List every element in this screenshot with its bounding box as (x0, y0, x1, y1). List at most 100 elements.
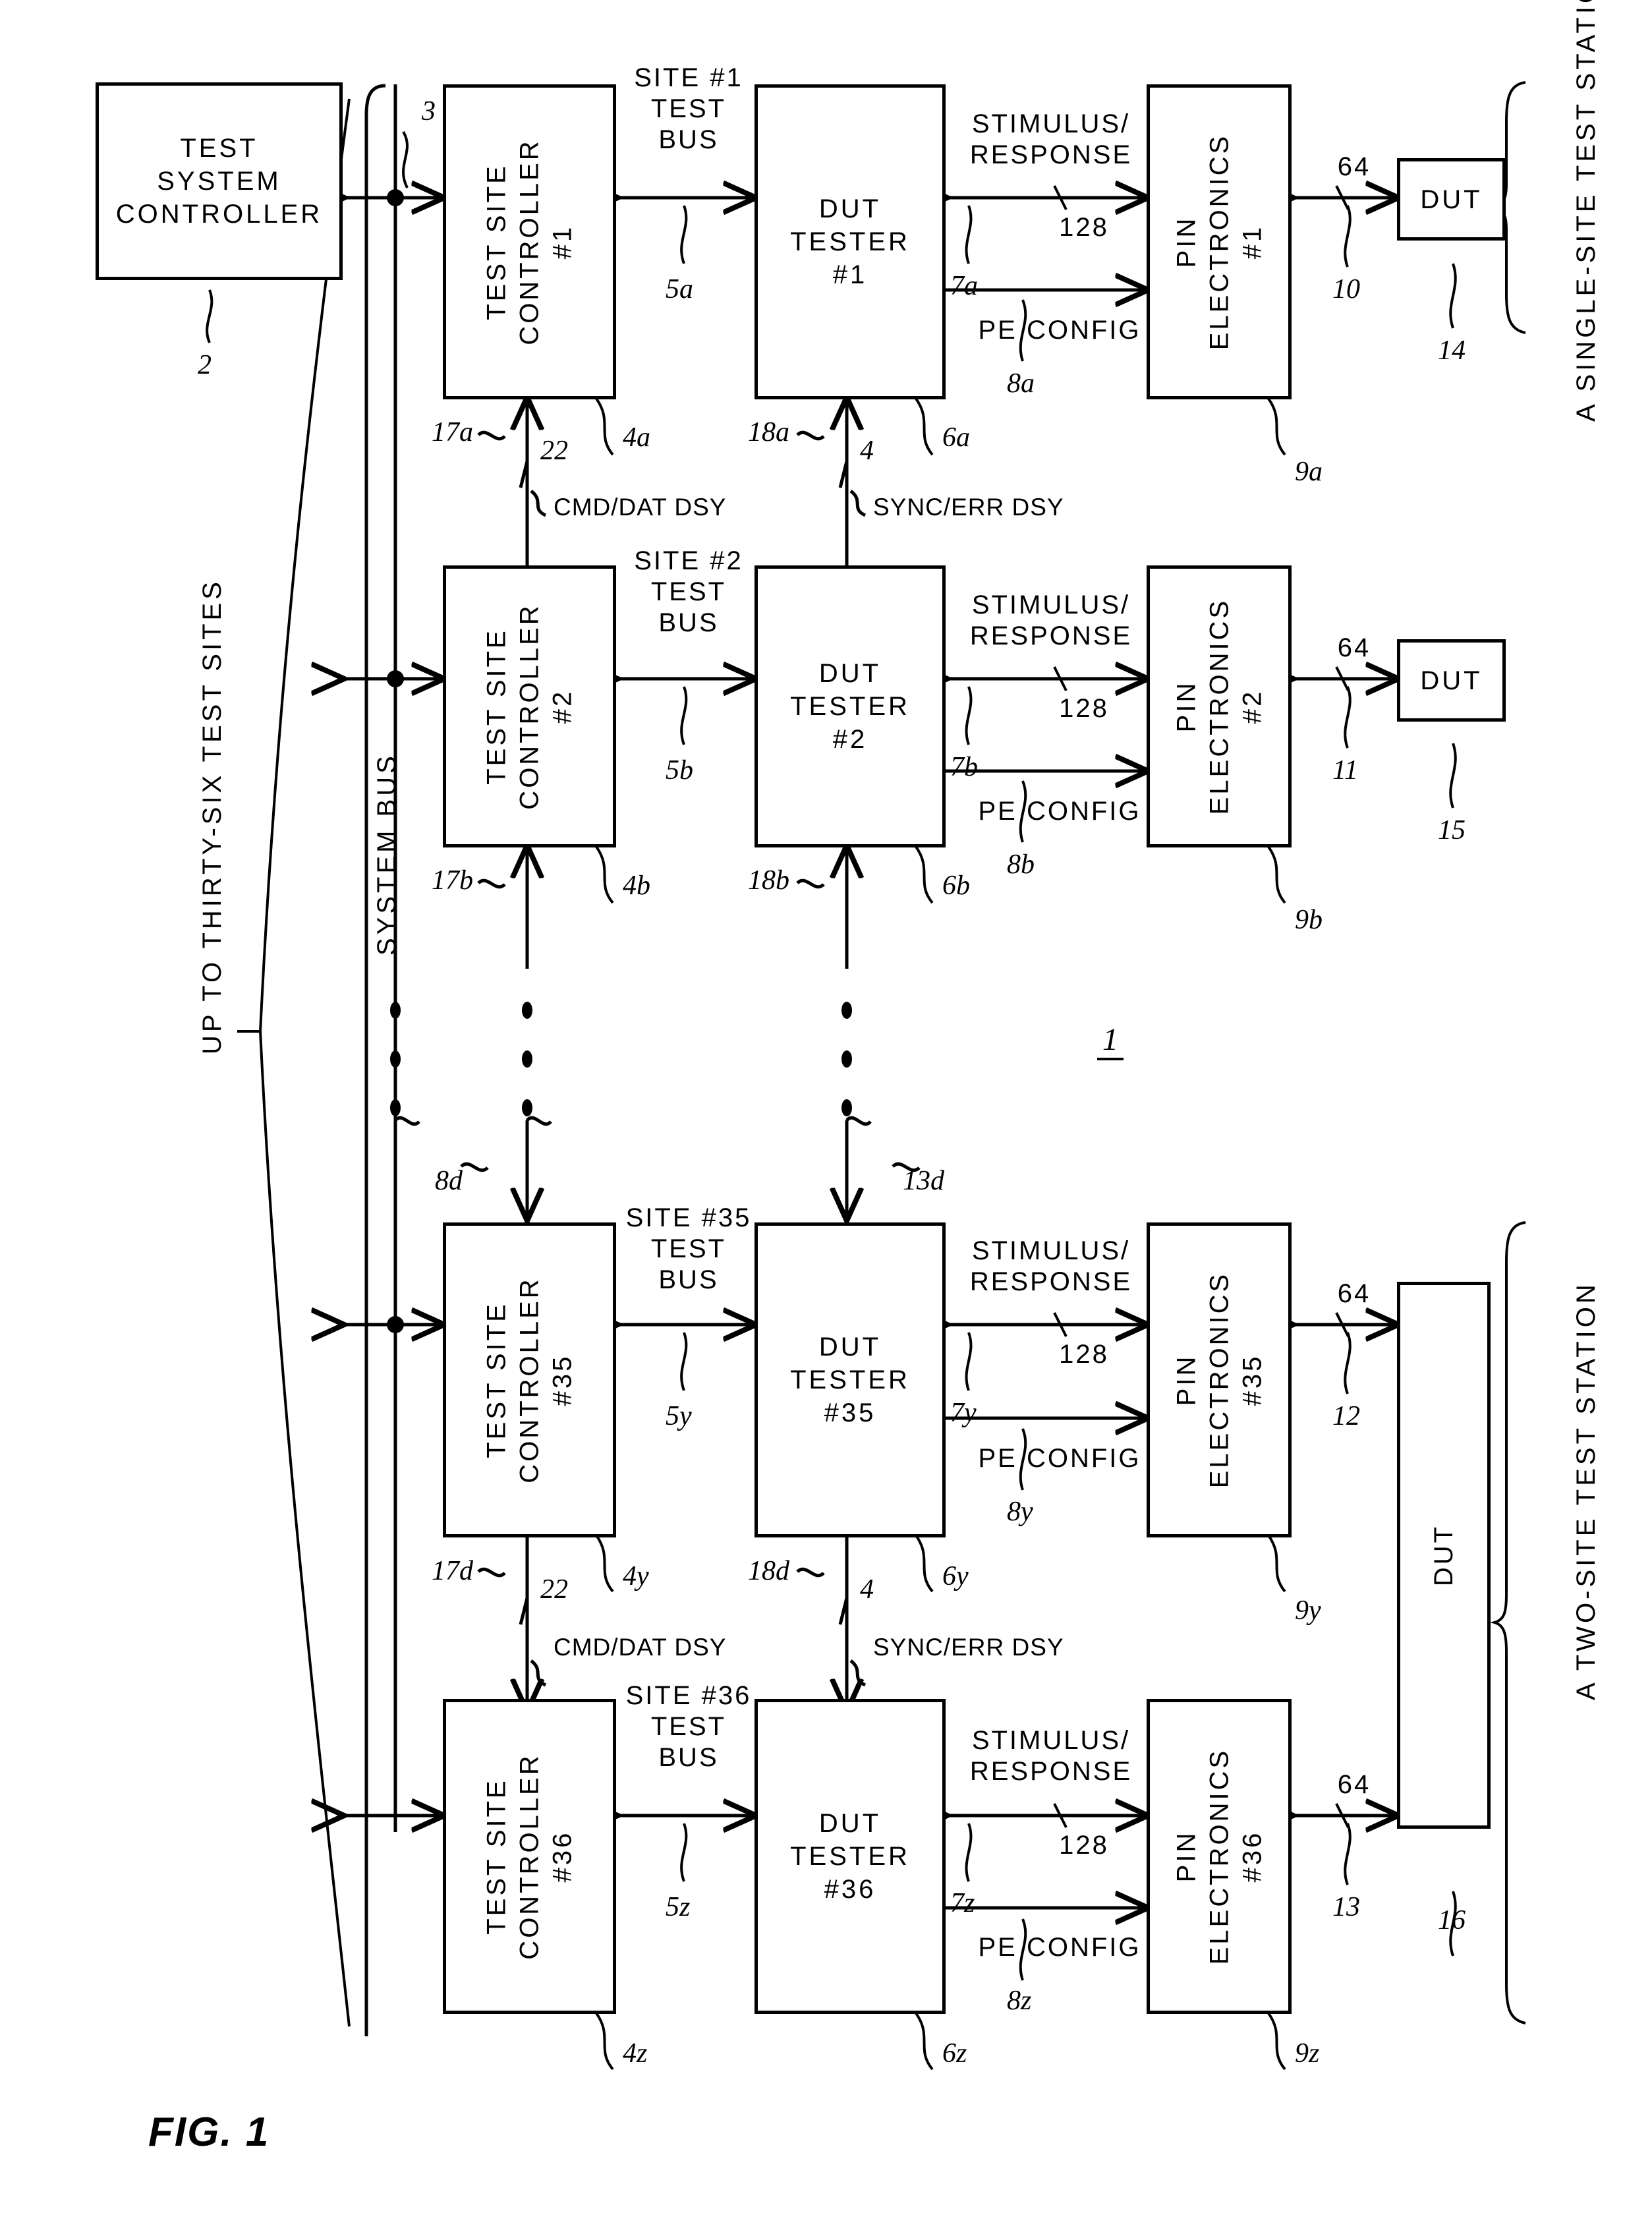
dut-2-block[interactable]: DUT (1397, 639, 1506, 722)
ref-stimulus-36: 7z (950, 1888, 975, 1918)
site-bus-35-label: SITE #35 TEST BUS (625, 1203, 752, 1295)
ref-stimulus-2: 7b (950, 752, 978, 782)
pin-electronics-36-label: PIN ELECTRONICS #36 (1172, 1748, 1267, 1965)
dut-1-label: DUT (1420, 185, 1483, 214)
ellipsis-system-bus (390, 1002, 401, 1148)
dut-two-site-block[interactable]: DUT (1397, 1282, 1491, 1829)
pe-config-35-label: PE CONFIG (978, 1444, 1141, 1473)
dut-tester-36-block[interactable]: DUT TESTER #36 (755, 1699, 946, 2014)
two-site-test-station-label: A TWO-SITE TEST STATION (1572, 1281, 1601, 1700)
stimulus-response-36-label: STIMULUS/ RESPONSE (969, 1726, 1133, 1787)
single-site-test-station-label: A SINGLE-SITE TEST STATION (1572, 0, 1601, 422)
ref-dut-link-36: 13 (1332, 1892, 1360, 1922)
ref-dut-2: 15 (1438, 815, 1466, 846)
stimulus-response-35-label: STIMULUS/ RESPONSE (969, 1236, 1133, 1297)
figure-caption: FIG. 1 (148, 2109, 270, 2155)
ref-sync-dsy-35: 4 (860, 1574, 874, 1605)
up-to-thirty-six-note: UP TO THIRTY-SIX TEST SITES (198, 579, 227, 1054)
ref-site-bus-2: 5b (666, 755, 693, 786)
system-bus-label: SYSTEM BUS (372, 753, 401, 956)
pin-electronics-2-block[interactable]: PIN ELECTRONICS #2 (1147, 565, 1292, 847)
ref-dut-two-site: 16 (1438, 1905, 1466, 1935)
stimulus-width-2: 128 (1059, 694, 1109, 723)
pin-electronics-36-block[interactable]: PIN ELECTRONICS #36 (1147, 1699, 1292, 2014)
ref-cmd-in-1: 17a (432, 417, 473, 447)
dut-link-width-2: 64 (1337, 633, 1371, 662)
figure-number-ref: 1 (1097, 1021, 1124, 1060)
dut-1-block[interactable]: DUT (1397, 158, 1506, 241)
ref-stimulus-35: 7y (950, 1398, 977, 1428)
cmd-dat-dsy-35-label: CMD/DAT DSY (554, 1634, 727, 1661)
stimulus-response-1-label: STIMULUS/ RESPONSE (969, 109, 1133, 170)
ref-cmd-in-2: 17b (432, 865, 473, 896)
ref-cmd-dsy-1: 22 (540, 436, 568, 466)
ref-site-bus-36: 5z (666, 1892, 691, 1922)
test-system-controller-block[interactable]: TEST SYSTEM CONTROLLER (96, 82, 343, 280)
test-site-controller-35-label: TEST SITE CONTROLLER #35 (482, 1276, 577, 1483)
site-bus-36-label: SITE #36 TEST BUS (625, 1681, 752, 1773)
ref-site-controller-1: 4a (623, 422, 650, 453)
test-site-controller-2-block[interactable]: TEST SITE CONTROLLER #2 (443, 565, 616, 847)
ref-site-bus-35: 5y (666, 1401, 692, 1431)
ref-dut-link-1: 10 (1332, 274, 1360, 304)
ref-site-bus-1: 5a (666, 274, 693, 304)
ref-pin-electronics-1: 9a (1295, 457, 1323, 487)
site-bus-2-label: SITE #2 TEST BUS (634, 546, 743, 638)
ref-dut-tester-36: 6z (942, 2038, 967, 2069)
dut-link-width-1: 64 (1337, 152, 1371, 181)
pin-electronics-1-label: PIN ELECTRONICS #1 (1172, 133, 1267, 351)
ellipsis-site-controllers (522, 1002, 532, 1148)
ref-ellipsis-controller: 8d (435, 1166, 463, 1196)
ref-pin-electronics-2: 9b (1295, 905, 1323, 935)
ref-dut-link-2: 11 (1332, 755, 1358, 786)
dut-two-site-label: DUT (1429, 1524, 1458, 1587)
dut-tester-2-block[interactable]: DUT TESTER #2 (755, 565, 946, 847)
test-site-controller-36-block[interactable]: TEST SITE CONTROLLER #36 (443, 1699, 616, 2014)
site-bus-1-label: SITE #1 TEST BUS (634, 63, 743, 155)
patent-figure-page: TEST SYSTEM CONTROLLER 2 3 UP TO THIRTY-… (0, 0, 1652, 2236)
ref-pe-config-2: 8b (1007, 849, 1035, 880)
ref-ellipsis-tester: 13d (903, 1166, 944, 1196)
ref-pe-config-1: 8a (1007, 368, 1035, 399)
ref-site-controller-2: 4b (623, 871, 650, 901)
cmd-dat-dsy-1-label: CMD/DAT DSY (554, 494, 727, 521)
ref-pin-electronics-35: 9y (1295, 1595, 1321, 1626)
dut-link-width-36: 64 (1337, 1770, 1371, 1799)
stimulus-response-2-label: STIMULUS/ RESPONSE (969, 590, 1133, 651)
sync-err-dsy-1-label: SYNC/ERR DSY (873, 494, 1064, 521)
ref-system-bus: 3 (422, 96, 436, 127)
dut-link-width-35: 64 (1337, 1279, 1371, 1308)
pin-electronics-35-block[interactable]: PIN ELECTRONICS #35 (1147, 1222, 1292, 1537)
test-site-controller-1-block[interactable]: TEST SITE CONTROLLER #1 (443, 84, 616, 399)
dut-2-label: DUT (1420, 666, 1483, 695)
dut-tester-2-label: DUT TESTER #2 (790, 659, 910, 754)
ref-pe-config-36: 8z (1007, 1986, 1032, 2016)
ref-sync-in-35: 18d (748, 1556, 789, 1586)
test-site-controller-2-label: TEST SITE CONTROLLER #2 (482, 603, 577, 810)
dut-tester-36-label: DUT TESTER #36 (790, 1809, 910, 1904)
stimulus-width-35: 128 (1059, 1340, 1109, 1369)
pin-electronics-1-block[interactable]: PIN ELECTRONICS #1 (1147, 84, 1292, 399)
ref-dut-link-35: 12 (1332, 1401, 1360, 1431)
pe-config-1-label: PE CONFIG (978, 316, 1141, 345)
dut-tester-35-block[interactable]: DUT TESTER #35 (755, 1222, 946, 1537)
ellipsis-dut-testers (841, 1002, 852, 1148)
ref-sync-in-1: 18a (748, 417, 789, 447)
sync-err-dsy-35-label: SYNC/ERR DSY (873, 1634, 1064, 1661)
ref-pe-config-35: 8y (1007, 1497, 1033, 1527)
dut-tester-1-block[interactable]: DUT TESTER #1 (755, 84, 946, 399)
stimulus-width-1: 128 (1059, 213, 1109, 242)
pe-config-36-label: PE CONFIG (978, 1933, 1141, 1962)
ref-dut-tester-1: 6a (942, 422, 970, 453)
test-site-controller-36-label: TEST SITE CONTROLLER #36 (482, 1753, 577, 1960)
pe-config-2-label: PE CONFIG (978, 797, 1141, 826)
test-site-controller-1-label: TEST SITE CONTROLLER #1 (482, 138, 577, 345)
ref-site-controller-36: 4z (623, 2038, 648, 2069)
test-site-controller-35-block[interactable]: TEST SITE CONTROLLER #35 (443, 1222, 616, 1537)
pin-electronics-2-label: PIN ELECTRONICS #2 (1172, 598, 1267, 815)
dut-tester-1-label: DUT TESTER #1 (790, 194, 910, 289)
ref-cmd-in-35: 17d (432, 1556, 473, 1586)
dut-tester-35-label: DUT TESTER #35 (790, 1333, 910, 1427)
ref-system-controller: 2 (198, 350, 212, 380)
ref-cmd-dsy-35: 22 (540, 1574, 568, 1605)
